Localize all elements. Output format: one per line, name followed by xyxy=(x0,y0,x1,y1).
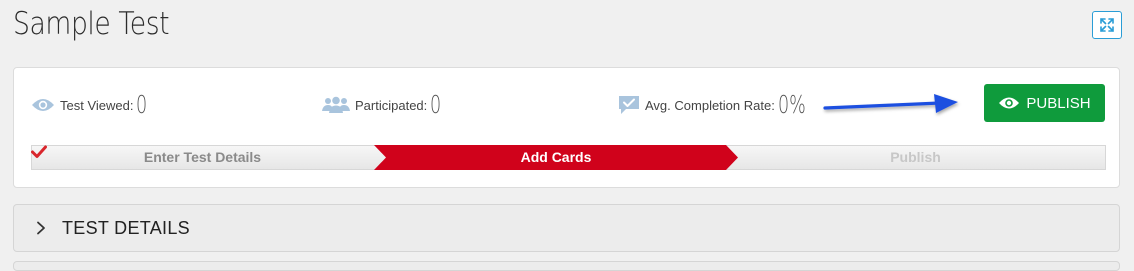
checkmark-icon xyxy=(31,145,47,158)
chevron-right-icon xyxy=(37,221,45,235)
stat-test-viewed: Test Viewed: 0 xyxy=(31,92,152,118)
stat-label: Participated: xyxy=(355,97,428,113)
step-label: Enter Test Details xyxy=(143,149,262,165)
publish-button[interactable]: PUBLISH xyxy=(984,84,1105,122)
annotation-arrow-icon xyxy=(823,94,958,113)
section-test-details[interactable]: TEST DETAILS xyxy=(13,204,1120,252)
step-add-cards[interactable]: Add Cards xyxy=(386,145,726,170)
progress-steps: Enter Test Details Add Cards Publish xyxy=(31,145,1106,170)
stat-label: Avg. Completion Rate: xyxy=(645,97,775,113)
stat-value: 0 xyxy=(430,90,442,119)
stat-participated: Participated: 0 xyxy=(322,92,446,118)
page-title: Sample Test xyxy=(13,6,170,42)
users-icon xyxy=(322,96,350,113)
step-enter-test-details[interactable]: Enter Test Details xyxy=(31,145,374,170)
section-title: TEST DETAILS xyxy=(62,218,190,238)
section-next[interactable] xyxy=(13,261,1120,271)
stat-label: Test Viewed: xyxy=(60,97,134,113)
step-label: Add Cards xyxy=(520,149,592,165)
test-status-panel: Test Viewed: 0 Participated: 0 Avg. Comp… xyxy=(13,67,1120,188)
chat-check-icon xyxy=(619,96,639,114)
stat-avg-completion-rate: Avg. Completion Rate: 0% xyxy=(618,92,818,118)
stat-value: 0 xyxy=(136,90,148,119)
publish-button-label: PUBLISH xyxy=(1026,94,1091,112)
eye-icon xyxy=(32,99,54,111)
stat-value: 0% xyxy=(777,90,806,119)
expand-button[interactable] xyxy=(1092,11,1122,39)
eye-icon xyxy=(999,97,1020,109)
step-publish[interactable]: Publish xyxy=(738,145,1093,170)
expand-icon xyxy=(1100,18,1114,32)
step-label: Publish xyxy=(890,149,941,165)
